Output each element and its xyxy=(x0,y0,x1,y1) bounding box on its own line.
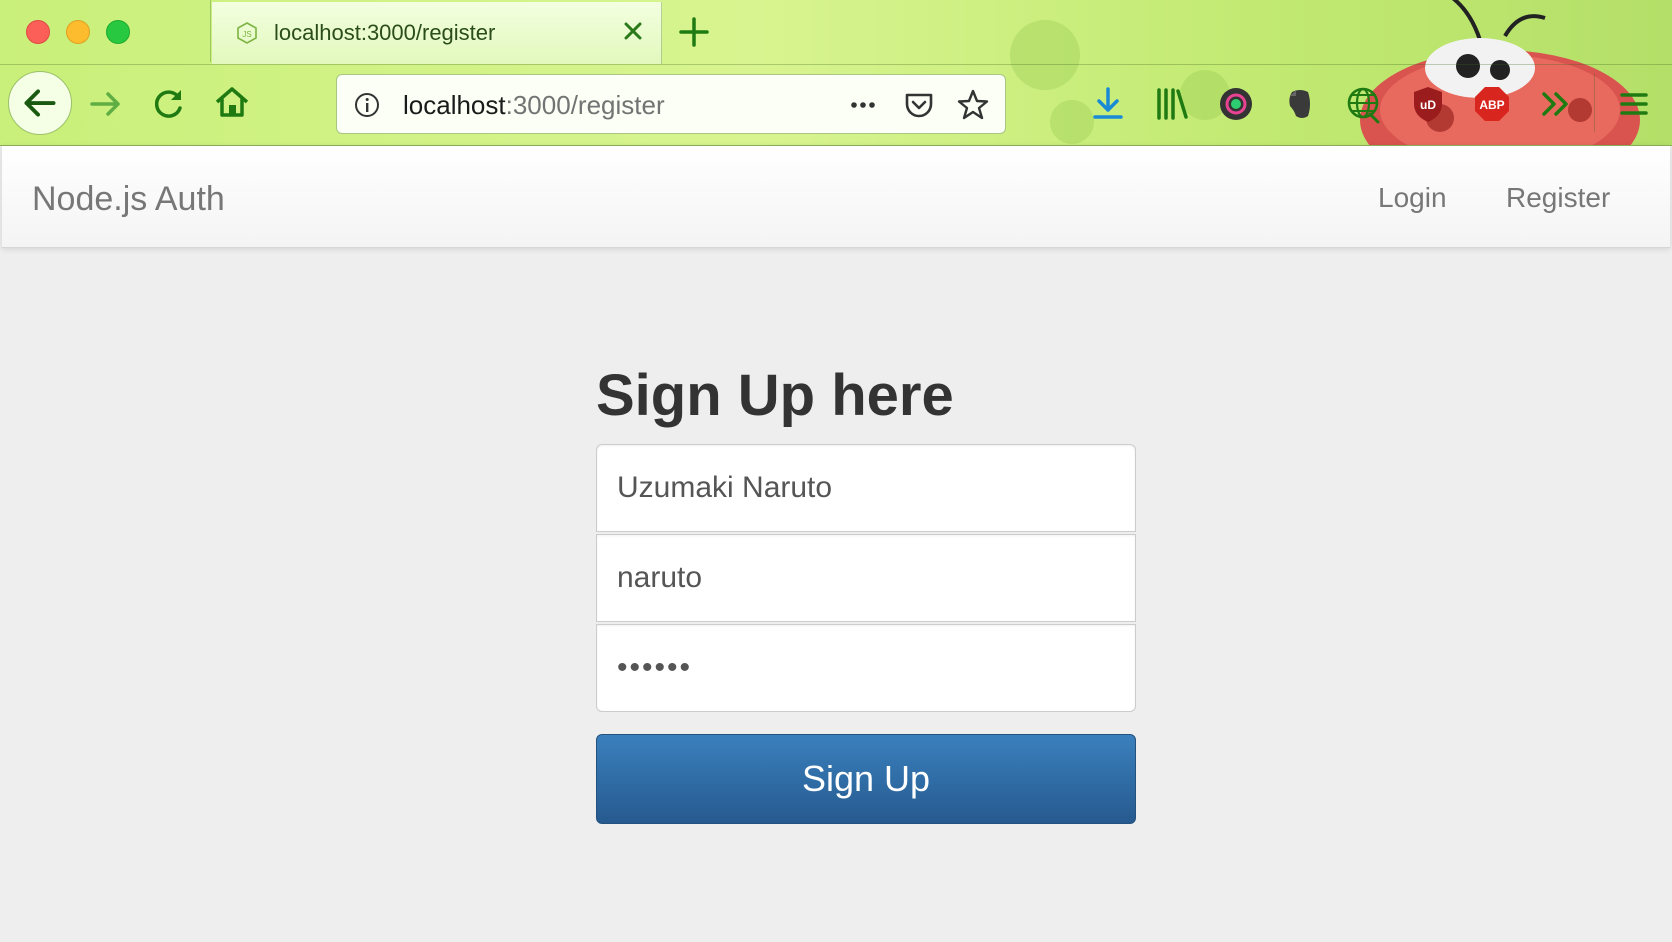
back-button[interactable] xyxy=(8,71,72,135)
ublock-icon: uD xyxy=(1414,87,1442,122)
tab-title: localhost:3000/register xyxy=(274,20,496,45)
home-icon xyxy=(215,87,249,117)
browser-chrome: JS localhost:3000/register localhost:300… xyxy=(0,0,1672,146)
site-navbar: Node.js Auth Login Register xyxy=(2,146,1670,248)
ublock-label: uD xyxy=(1420,98,1436,112)
evernote-icon xyxy=(1289,90,1310,118)
minimize-window-button[interactable] xyxy=(66,20,90,44)
library-button[interactable] xyxy=(1152,84,1192,124)
close-window-button[interactable] xyxy=(26,20,50,44)
download-icon xyxy=(1093,87,1123,119)
address-bar[interactable]: localhost:3000/register xyxy=(336,74,1006,134)
ladybug-theme-art xyxy=(1360,0,1640,146)
brand-link[interactable]: Node.js Auth xyxy=(32,180,225,219)
nav-register-link[interactable]: Register xyxy=(1506,182,1610,214)
tab-divider xyxy=(210,0,211,62)
forward-button[interactable] xyxy=(86,84,126,124)
bookmark-star-icon[interactable] xyxy=(955,87,991,123)
svg-text:JS: JS xyxy=(242,30,251,39)
downloads-button[interactable] xyxy=(1088,84,1128,124)
menu-icon xyxy=(1620,93,1648,115)
library-icon xyxy=(1157,88,1188,120)
username-input[interactable]: naruto xyxy=(596,534,1136,622)
close-tab-icon[interactable] xyxy=(616,14,650,48)
ublock-extension[interactable]: uD xyxy=(1408,84,1448,124)
reload-icon xyxy=(154,90,182,118)
adblock-plus-extension[interactable]: ABP xyxy=(1472,84,1512,124)
adblock-plus-icon: ABP xyxy=(1475,87,1509,121)
overflow-chevron-icon xyxy=(1542,92,1568,116)
url-path: :3000/register xyxy=(505,90,665,120)
more-icon[interactable] xyxy=(845,87,881,123)
back-icon xyxy=(24,89,56,117)
evernote-extension[interactable] xyxy=(1280,84,1320,124)
color-picker-extension[interactable] xyxy=(1216,84,1256,124)
toolbar-divider xyxy=(0,64,1672,65)
name-input[interactable]: Uzumaki Naruto xyxy=(596,444,1136,532)
signup-button[interactable]: Sign Up xyxy=(596,734,1136,824)
signup-form: Sign Up here Uzumaki Naruto naruto •••••… xyxy=(596,360,1136,824)
toolbar-separator xyxy=(1594,74,1595,132)
color-picker-icon xyxy=(1220,88,1252,120)
url-text[interactable]: localhost:3000/register xyxy=(403,90,665,121)
nav-login-link[interactable]: Login xyxy=(1378,182,1447,214)
form-heading: Sign Up here xyxy=(596,363,954,428)
main-menu-button[interactable] xyxy=(1614,84,1654,124)
reload-button[interactable] xyxy=(148,84,188,124)
url-host: localhost xyxy=(403,90,506,120)
overflow-menu-button[interactable] xyxy=(1536,84,1576,124)
forward-icon xyxy=(90,92,120,116)
pocket-icon[interactable] xyxy=(901,87,937,123)
zoom-window-button[interactable] xyxy=(106,20,130,44)
new-tab-icon[interactable] xyxy=(674,12,714,52)
info-icon[interactable] xyxy=(353,91,381,119)
tab-active[interactable]: JS localhost:3000/register xyxy=(212,2,662,64)
globe-extension[interactable] xyxy=(1344,84,1384,124)
theme-decoration xyxy=(1010,20,1080,90)
adblock-label: ABP xyxy=(1479,98,1504,112)
password-input[interactable]: •••••• xyxy=(596,624,1136,712)
home-button[interactable] xyxy=(212,82,252,122)
globe-icon xyxy=(1347,87,1380,124)
nodejs-icon: JS xyxy=(237,22,257,44)
